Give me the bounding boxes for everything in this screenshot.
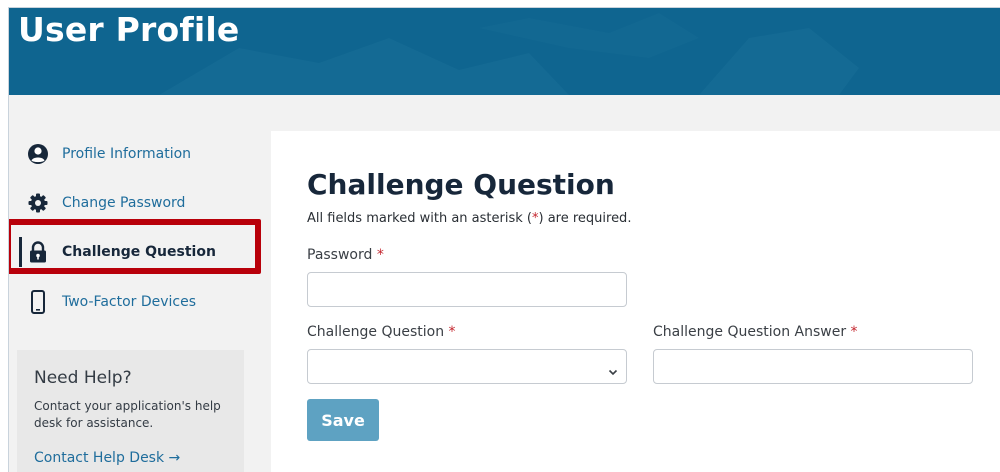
help-title: Need Help? — [34, 368, 132, 388]
sidebar-item-label: Change Password — [62, 195, 186, 211]
lock-icon — [27, 241, 49, 263]
gear-icon — [27, 192, 49, 214]
help-text: Contact your application's help desk for… — [34, 399, 221, 430]
main-panel: Challenge Question All fields marked wit… — [271, 131, 1000, 472]
password-label: Password * — [307, 247, 384, 263]
sidebar-item-label: Two-Factor Devices — [62, 294, 197, 310]
contact-help-desk-link[interactable]: Contact Help Desk → — [34, 450, 180, 466]
challenge-answer-input[interactable] — [653, 349, 973, 384]
save-button[interactable]: Save — [307, 399, 379, 441]
sidebar-item-profile-information[interactable]: Profile Information — [9, 135, 259, 173]
required-note: All fields marked with an asterisk (*) a… — [307, 211, 632, 226]
challenge-question-label: Challenge Question * — [307, 324, 456, 340]
challenge-answer-label: Challenge Question Answer * — [653, 324, 858, 340]
sidebar-item-change-password[interactable]: Change Password — [9, 184, 259, 222]
password-input[interactable] — [307, 272, 627, 307]
sidebar-item-label: Profile Information — [62, 146, 192, 162]
app-frame: User Profile Profile Information Change … — [8, 7, 1000, 472]
chevron-down-icon — [608, 362, 618, 375]
challenge-question-select[interactable] — [307, 349, 627, 384]
sidebar-item-challenge-question[interactable]: Challenge Question — [9, 233, 259, 271]
sidebar-item-label: Challenge Question — [62, 244, 216, 260]
user-circle-icon — [27, 143, 49, 165]
page-title: Challenge Question — [307, 168, 615, 201]
header-banner: User Profile — [9, 8, 1000, 95]
help-panel: Need Help? Contact your application's he… — [17, 350, 244, 472]
sidebar-item-two-factor-devices[interactable]: Two-Factor Devices — [9, 283, 259, 321]
mobile-phone-icon — [27, 290, 49, 314]
page-header-title: User Profile — [18, 10, 240, 49]
